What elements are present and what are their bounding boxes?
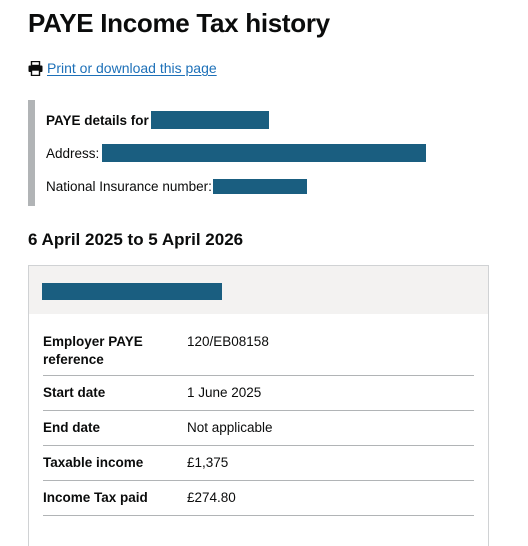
summary-row: Employer PAYE reference 120/EB08158 — [43, 328, 474, 376]
redacted-name — [150, 111, 269, 129]
nino-label: National Insurance number: — [46, 178, 212, 194]
summary-key: Employer PAYE reference — [43, 334, 143, 367]
employment-card: Employer PAYE reference 120/EB08158 Star… — [28, 265, 489, 546]
employment-card-header — [29, 266, 488, 314]
paye-details-for-row: PAYE details for — [46, 110, 269, 130]
nino-row: National Insurance number: — [46, 176, 307, 196]
redacted-employer-name — [42, 283, 222, 300]
summary-row: End date Not applicable — [43, 411, 474, 446]
employment-summary-list: Employer PAYE reference 120/EB08158 Star… — [43, 328, 474, 516]
redacted-address — [102, 144, 427, 162]
summary-key: Income Tax paid — [43, 490, 148, 505]
page-title: PAYE Income Tax history — [28, 8, 330, 38]
summary-row: Income Tax paid £274.80 — [43, 481, 474, 516]
summary-key: Start date — [43, 385, 106, 400]
summary-row: Start date 1 June 2025 — [43, 376, 474, 411]
print-download-link[interactable]: Print or download this page — [47, 60, 217, 76]
paye-details-inset: PAYE details for Address: National Insur… — [28, 100, 495, 206]
printer-icon[interactable] — [28, 60, 43, 76]
address-label: Address: — [46, 145, 100, 161]
tax-year-heading: 6 April 2025 to 5 April 2026 — [28, 230, 244, 249]
summary-row: Taxable income £1,375 — [43, 446, 474, 481]
redacted-nino — [212, 178, 307, 194]
summary-value: £274.80 — [187, 490, 236, 505]
paye-details-for-label: PAYE details for — [46, 112, 149, 128]
address-row: Address: — [46, 143, 427, 163]
summary-key: End date — [43, 420, 101, 435]
summary-value: £1,375 — [187, 455, 229, 470]
summary-value: 1 June 2025 — [187, 385, 262, 400]
print-link-container[interactable]: Print or download this page — [28, 60, 217, 76]
summary-key: Taxable income — [43, 455, 144, 470]
summary-value: Not applicable — [187, 420, 273, 435]
summary-value: 120/EB08158 — [187, 334, 269, 349]
